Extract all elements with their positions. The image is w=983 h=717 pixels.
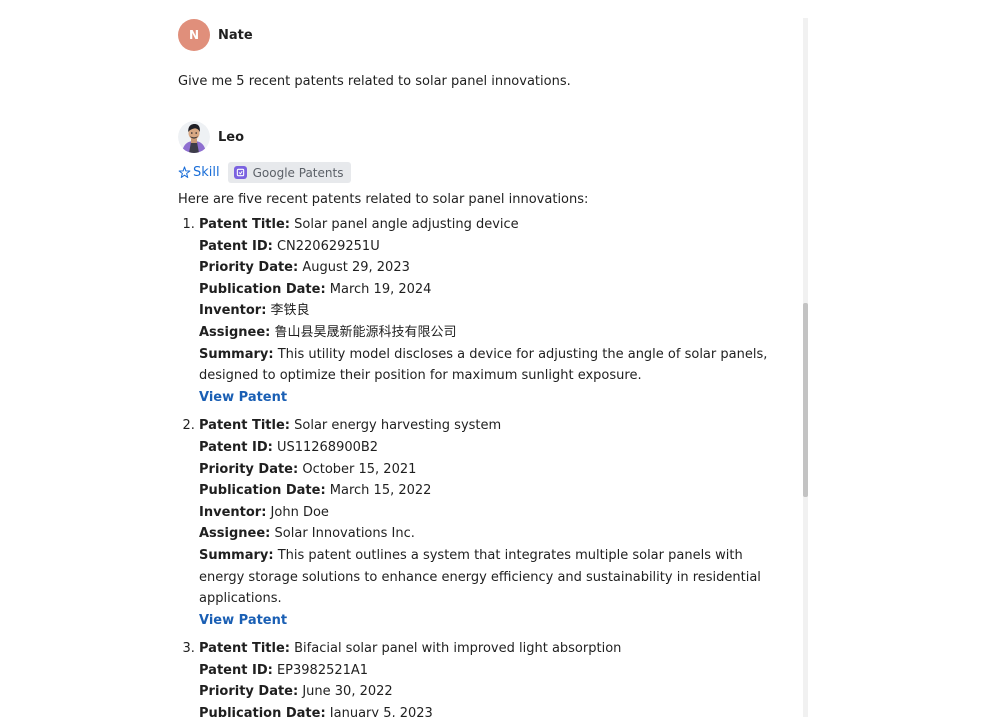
patent-item: Patent Title: Solar energy harvesting sy… <box>199 415 788 631</box>
publication-date-row: Publication Date: January 5, 2023 <box>199 703 788 717</box>
user-avatar-letter: N <box>188 28 200 42</box>
sparkle-icon <box>178 166 191 179</box>
priority-date-label: Priority Date: <box>199 461 299 477</box>
patent-title-row: Patent Title: Bifacial solar panel with … <box>199 638 788 660</box>
patent-id-label: Patent ID: <box>199 662 273 678</box>
skill-row: Skill Google Patents <box>178 162 788 183</box>
inventor-label: Inventor: <box>199 303 267 319</box>
patent-list: Patent Title: Solar panel angle adjustin… <box>178 214 788 717</box>
assistant-message-header: Leo <box>178 121 788 153</box>
view-patent-link[interactable]: View Patent <box>199 390 287 405</box>
assistant-author-name: Leo <box>218 129 245 145</box>
inventor-row: Inventor: 李铁良 <box>199 300 788 322</box>
inventor: John Doe <box>270 504 329 520</box>
user-avatar: N <box>178 19 210 51</box>
assistant-avatar-image <box>178 121 210 153</box>
publication-date-label: Publication Date: <box>199 483 326 499</box>
patent-title: Bifacial solar panel with improved light… <box>294 641 622 657</box>
publication-date: March 15, 2022 <box>329 483 432 499</box>
patent-id-row: Patent ID: EP3982521A1 <box>199 660 788 682</box>
tool-chip-label: Google Patents <box>252 165 344 180</box>
chat-page: N Nate Give me 5 recent patents related … <box>0 0 983 717</box>
user-message: N Nate Give me 5 recent patents related … <box>178 19 788 90</box>
summary-label: Summary: <box>199 346 274 362</box>
priority-date-row: Priority Date: August 29, 2023 <box>199 257 788 279</box>
publication-date-label: Publication Date: <box>199 706 326 717</box>
patent-item: Patent Title: Bifacial solar panel with … <box>199 638 788 717</box>
publication-date-label: Publication Date: <box>199 281 326 297</box>
user-message-text: Give me 5 recent patents related to sola… <box>178 74 571 89</box>
inventor-row: Inventor: John Doe <box>199 502 788 524</box>
publication-date-row: Publication Date: March 19, 2024 <box>199 279 788 301</box>
priority-date-label: Priority Date: <box>199 260 299 276</box>
priority-date-row: Priority Date: October 15, 2021 <box>199 459 788 481</box>
scrollbar-thumb[interactable] <box>803 303 808 497</box>
assistant-message: Leo Skill Google Patents Here are five r… <box>178 121 788 717</box>
assignee-row: Assignee: 鲁山县昊晟新能源科技有限公司 <box>199 322 788 344</box>
chat-thread: N Nate Give me 5 recent patents related … <box>178 0 788 717</box>
patent-id-label: Patent ID: <box>199 238 273 254</box>
summary-row: Summary: This utility model discloses a … <box>199 344 788 387</box>
assignee: Solar Innovations Inc. <box>274 526 415 542</box>
google-patents-chip[interactable]: Google Patents <box>227 162 352 183</box>
patent-title-row: Patent Title: Solar panel angle adjustin… <box>199 214 788 236</box>
assignee: 鲁山县昊晟新能源科技有限公司 <box>274 324 457 340</box>
user-author-name: Nate <box>218 27 253 43</box>
patent-title-label: Patent Title: <box>199 641 290 657</box>
patent-title-row: Patent Title: Solar energy harvesting sy… <box>199 415 788 437</box>
user-message-header: N Nate <box>178 19 788 51</box>
publication-date: January 5, 2023 <box>329 706 433 717</box>
view-patent-link[interactable]: View Patent <box>199 613 287 628</box>
assignee-label: Assignee: <box>199 526 271 542</box>
patent-id-row: Patent ID: US11268900B2 <box>199 437 788 459</box>
priority-date-label: Priority Date: <box>199 684 299 700</box>
summary-label: Summary: <box>199 547 274 563</box>
patent-id: US11268900B2 <box>276 439 379 455</box>
summary: This utility model discloses a device fo… <box>199 346 768 384</box>
skill-button[interactable]: Skill <box>178 165 220 180</box>
priority-date-row: Priority Date: June 30, 2022 <box>199 681 788 703</box>
assistant-avatar <box>178 121 210 153</box>
assignee-label: Assignee: <box>199 324 271 340</box>
patent-title-label: Patent Title: <box>199 217 290 232</box>
patent-id-row: Patent ID: CN220629251U <box>199 236 788 258</box>
inventor-label: Inventor: <box>199 504 267 520</box>
patent-item: Patent Title: Solar panel angle adjustin… <box>199 214 788 408</box>
patent-id-label: Patent ID: <box>199 439 273 455</box>
publication-date: March 19, 2024 <box>329 281 432 297</box>
assistant-intro: Here are five recent patents related to … <box>178 192 589 207</box>
patent-title-label: Patent Title: <box>199 418 290 434</box>
skill-label: Skill <box>193 165 220 180</box>
patent-id: EP3982521A1 <box>276 662 369 678</box>
summary: This patent outlines a system that integ… <box>199 547 761 607</box>
publication-date-row: Publication Date: March 15, 2022 <box>199 480 788 502</box>
summary-row: Summary: This patent outlines a system t… <box>199 545 788 610</box>
google-patents-icon <box>233 166 247 179</box>
priority-date: June 30, 2022 <box>302 684 393 700</box>
priority-date: August 29, 2023 <box>302 260 410 276</box>
patent-title: Solar panel angle adjusting device <box>294 217 519 232</box>
priority-date: October 15, 2021 <box>302 461 417 477</box>
patent-title: Solar energy harvesting system <box>294 418 502 434</box>
assignee-row: Assignee: Solar Innovations Inc. <box>199 523 788 545</box>
inventor: 李铁良 <box>270 303 310 319</box>
patent-id: CN220629251U <box>276 238 380 254</box>
